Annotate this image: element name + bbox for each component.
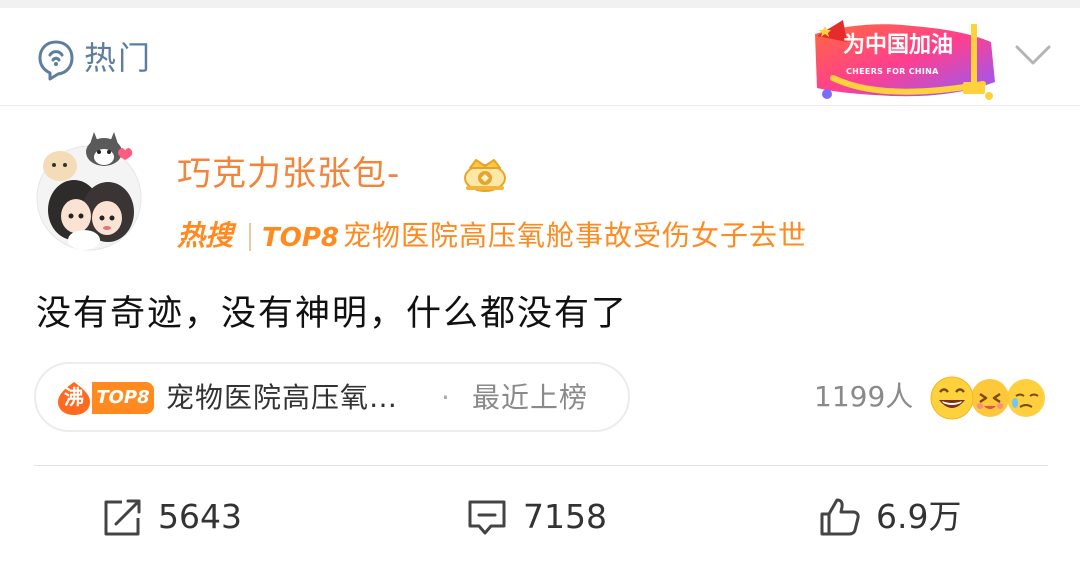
hot-topic-pill[interactable]: 沸 TOP8 宠物医院高压氧… · 最近上榜	[34, 362, 630, 432]
hot-topic-icon	[38, 40, 74, 81]
laughing-emoji-icon	[930, 376, 974, 420]
hot-search-badge: 热搜	[177, 219, 234, 252]
reaction-count[interactable]: 1199人	[814, 375, 913, 419]
comment-count: 7158	[523, 497, 607, 536]
topic-separator: ·	[441, 381, 450, 414]
repost-icon	[104, 499, 141, 536]
user-avatar[interactable]	[34, 128, 144, 253]
page-title[interactable]: 热门	[84, 36, 152, 80]
hot-search-rank: TOP8	[262, 223, 339, 253]
kissing-emoji-icon	[971, 379, 1009, 417]
topic-status: 最近上榜	[472, 381, 589, 414]
thumbs-up-icon	[820, 498, 860, 536]
hot-search-title[interactable]: 宠物医院高压氧舱事故受伤女子去世	[343, 214, 807, 258]
banner-title: 为中国加油	[843, 33, 954, 58]
cheers-for-china-banner[interactable]: 为中国加油 CHEERS FOR CHINA	[803, 12, 1003, 104]
post-text[interactable]: 没有奇迹，没有神明，什么都没有了	[36, 290, 628, 338]
username[interactable]: 巧克力张张包-	[177, 150, 400, 198]
top-edge	[0, 0, 1080, 8]
topic-rank-badge: TOP8	[92, 382, 154, 414]
hot-search-divider	[249, 223, 251, 251]
like-count: 6.9万	[876, 497, 962, 536]
feed-header: 热门 为中国加油 CHEERS FOR CHINA	[0, 8, 1080, 106]
chevron-down-icon[interactable]	[1014, 42, 1052, 68]
reaction-emojis[interactable]	[928, 374, 1048, 420]
boiling-badge-text: 沸	[64, 385, 84, 409]
comment-icon	[468, 500, 506, 535]
action-bar-divider	[34, 465, 1048, 466]
boiling-badge-icon: 沸	[56, 380, 92, 416]
sad-emoji-icon	[1007, 379, 1045, 417]
banner-subtitle: CHEERS FOR CHINA	[846, 67, 939, 76]
crown-icon	[464, 159, 506, 192]
topic-title: 宠物医院高压氧…	[166, 381, 399, 414]
repost-count: 5643	[158, 497, 242, 536]
